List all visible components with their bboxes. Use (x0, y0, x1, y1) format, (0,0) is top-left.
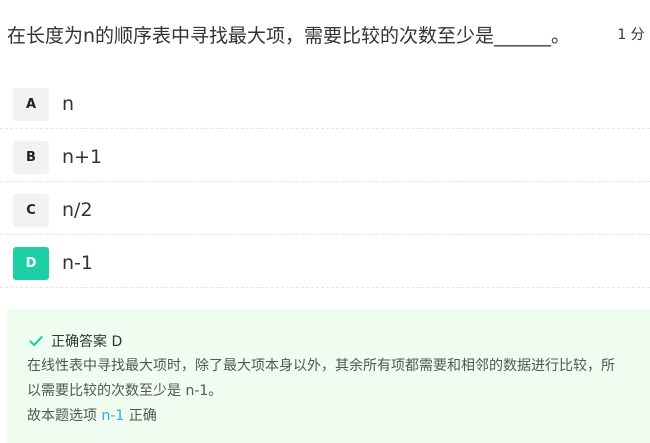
option-a[interactable]: A n (0, 76, 650, 129)
conclusion-prefix: 故本题选项 (27, 408, 102, 424)
explanation-text: 在线性表中寻找最大项时，除了最大项本身以外，其余所有项都需要和相邻的数据进行比较… (27, 358, 615, 399)
option-b-letter: B (13, 141, 49, 174)
option-c-letter: C (13, 194, 49, 227)
answer-title: 正确答案 D (29, 331, 122, 353)
score-badge: 1 分 (617, 27, 645, 43)
conclusion-option: n-1 (101, 408, 125, 424)
option-b[interactable]: B n+1 (0, 129, 650, 182)
option-list: A n B n+1 C n/2 D n-1 (0, 76, 650, 288)
question-text: 在长度为n的顺序表中寻找最大项，需要比较的次数至少是______。 (7, 25, 571, 47)
answer-title-text: 正确答案 D (51, 334, 123, 350)
check-icon (29, 336, 43, 347)
conclusion-line: 故本题选项 n-1 正确 (27, 404, 627, 429)
option-c-text: n/2 (62, 199, 93, 221)
option-b-text: n+1 (62, 146, 103, 168)
answer-panel: 正确答案 D 在线性表中寻找最大项时，除了最大项本身以外，其余所有项都需要和相邻… (7, 309, 650, 443)
conclusion-suffix: 正确 (124, 408, 157, 424)
option-a-text: n (62, 93, 75, 115)
option-d-text: n-1 (62, 252, 93, 274)
option-c[interactable]: C n/2 (0, 182, 650, 235)
option-a-letter: A (13, 88, 49, 121)
answer-explanation: 在线性表中寻找最大项时，除了最大项本身以外，其余所有项都需要和相邻的数据进行比较… (27, 354, 627, 429)
option-d-letter: D (13, 247, 49, 280)
option-d[interactable]: D n-1 (0, 235, 650, 288)
